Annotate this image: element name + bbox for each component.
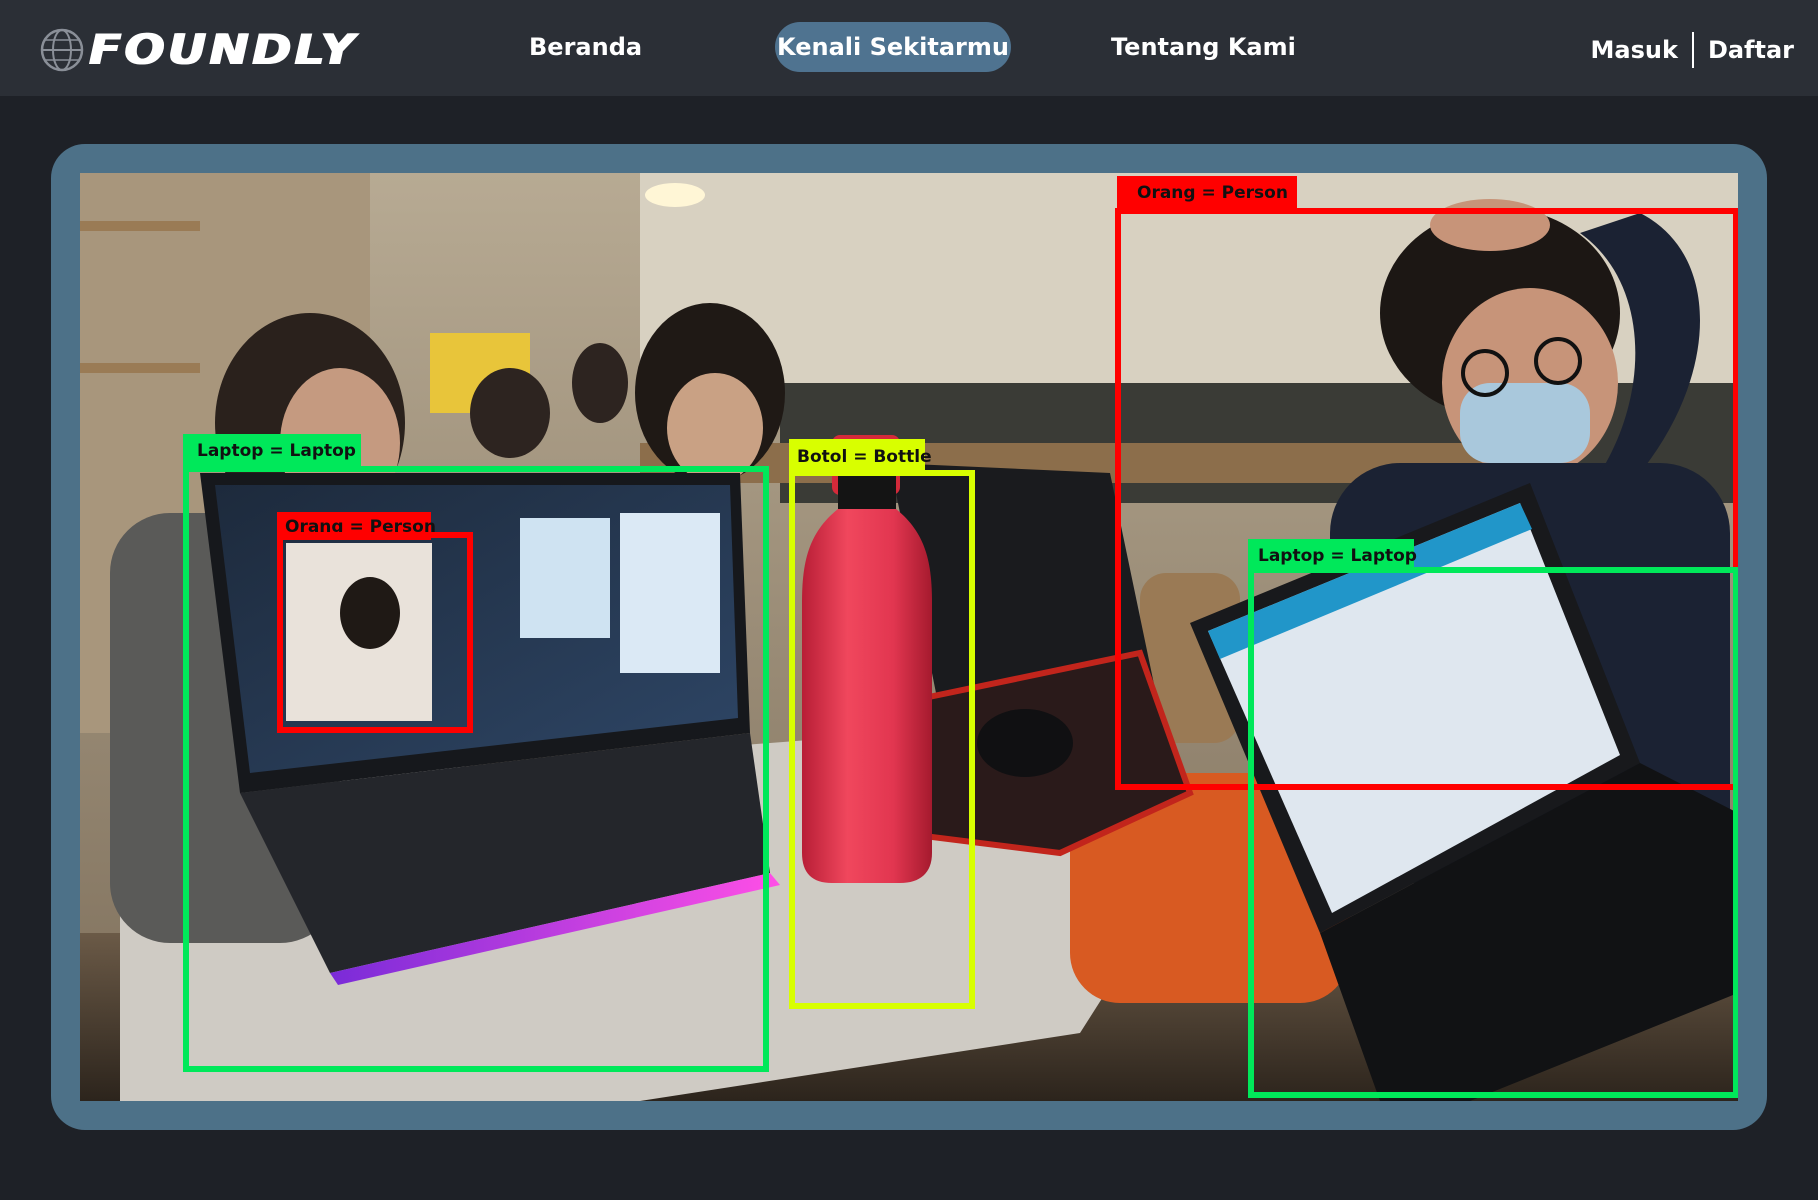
nav-kenali-sekitarmu[interactable]: Kenali Sekitarmu — [775, 22, 1011, 72]
brand-logo[interactable]: FOUNDLY — [38, 22, 354, 78]
auth-divider — [1691, 32, 1694, 68]
bottle-body — [802, 509, 932, 883]
mouse — [977, 709, 1073, 777]
detection-scene: Orang = Person Laptop = Laptop Orang = P… — [80, 173, 1738, 1101]
person-right-hand — [1430, 199, 1550, 251]
video-call-face — [340, 577, 400, 649]
laptop-left-panel — [520, 518, 610, 638]
detection-label-bottle: Botol = Bottle — [797, 447, 932, 467]
person-back-2 — [572, 343, 628, 423]
nav-beranda[interactable]: Beranda — [529, 22, 642, 72]
nav-tentang-kami[interactable]: Tentang Kami — [1111, 22, 1296, 72]
ceiling-lamp — [645, 183, 705, 207]
person-back-1 — [470, 368, 550, 458]
bottle-neck — [838, 473, 896, 509]
globe-icon — [40, 28, 84, 72]
laptop-left-panel-2 — [620, 513, 720, 673]
auth-links: Masuk Daftar — [1591, 30, 1794, 70]
shelf-1 — [80, 221, 200, 231]
shelf-2 — [80, 363, 200, 373]
brand-name: FOUNDLY — [88, 25, 357, 74]
detection-result-image: Orang = Person Laptop = Laptop Orang = P… — [80, 173, 1738, 1101]
detection-label-laptop-left: Laptop = Laptop — [197, 441, 356, 461]
detection-label-person-right: Orang = Person — [1137, 183, 1288, 203]
login-link[interactable]: Masuk — [1591, 36, 1678, 64]
register-link[interactable]: Daftar — [1708, 36, 1794, 64]
top-navbar: FOUNDLY Beranda Kenali Sekitarmu Tentang… — [0, 0, 1818, 96]
detection-label-laptop-right: Laptop = Laptop — [1258, 546, 1417, 566]
